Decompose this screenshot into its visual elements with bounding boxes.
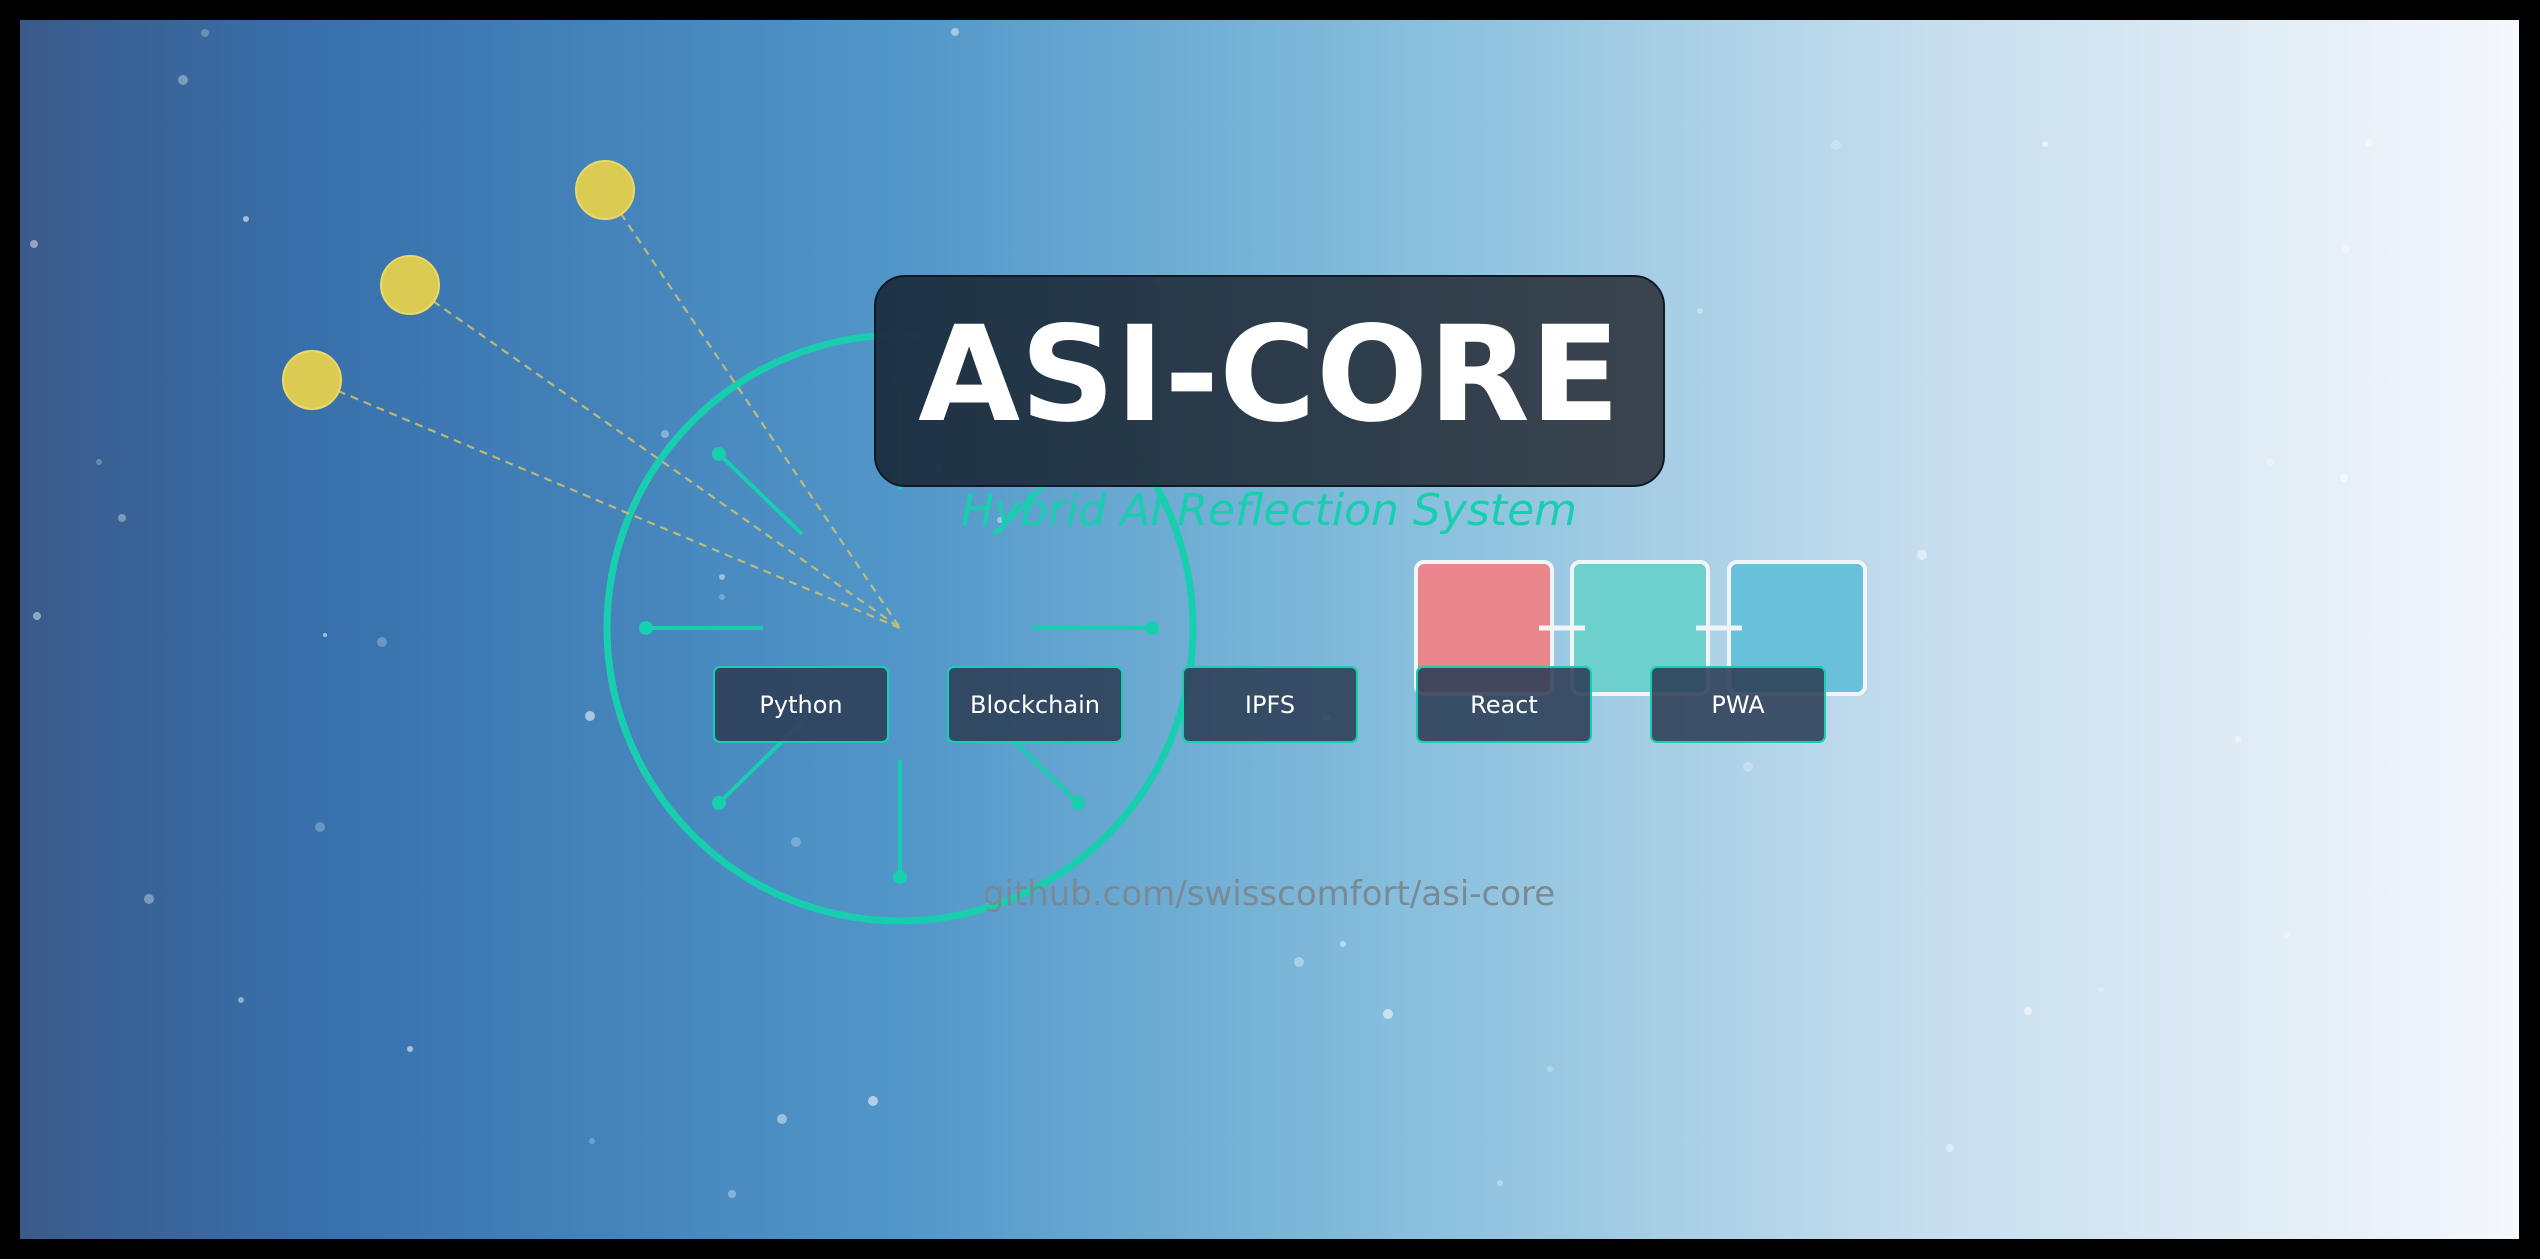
star-dot — [118, 514, 126, 522]
star-dot — [868, 1096, 878, 1106]
star-dot — [1340, 941, 1346, 947]
star-dot — [719, 574, 725, 580]
star-dot — [2235, 736, 2241, 742]
star-dot — [1946, 1144, 1954, 1152]
star-dot — [315, 822, 325, 832]
star-dot — [407, 1046, 413, 1052]
star-dot — [1294, 957, 1304, 967]
tech-tag-blockchain: Blockchain — [947, 666, 1123, 743]
satellite-node-2 — [380, 255, 440, 315]
star-dot — [2098, 987, 2104, 993]
hub-endpoint-east — [1145, 621, 1159, 635]
star-dot — [1697, 308, 1703, 314]
star-dot — [719, 594, 725, 600]
banner-graphic: ASI-CORE Hybrid AI Reflection System Pyt… — [20, 20, 2519, 1239]
star-dot — [1383, 1009, 1393, 1019]
star-dot — [585, 711, 595, 721]
subtitle: Hybrid AI Reflection System — [961, 485, 1577, 536]
tech-tag-row: Python Blockchain IPFS React PWA — [713, 666, 1826, 743]
star-dot — [777, 1114, 787, 1124]
tech-tag-ipfs: IPFS — [1182, 666, 1358, 743]
tech-tag-python: Python — [713, 666, 889, 743]
star-dot — [1547, 1066, 1553, 1072]
hub-endpoint-south — [893, 870, 907, 884]
star-dot — [201, 29, 209, 37]
tech-tag-pwa: PWA — [1650, 666, 1826, 743]
star-dot — [2024, 1007, 2032, 1015]
star-dot — [2266, 458, 2274, 466]
star-dot — [1497, 1180, 1503, 1186]
star-dot — [178, 75, 188, 85]
hub-endpoint-nw — [712, 447, 726, 461]
star-dot — [1831, 140, 1841, 150]
star-dot — [2284, 932, 2290, 938]
star-dot — [323, 633, 327, 637]
page-title: ASI-CORE — [918, 298, 1620, 452]
star-dot — [951, 28, 959, 36]
star-dot — [2365, 139, 2373, 147]
star-dot — [377, 637, 387, 647]
tech-tag-label: React — [1470, 691, 1538, 719]
star-dot — [2342, 245, 2350, 253]
star-dot — [1743, 762, 1753, 772]
star-dot — [243, 216, 249, 222]
hub-endpoint-se — [1071, 796, 1085, 810]
star-dot — [589, 1138, 595, 1144]
tech-tag-label: Blockchain — [970, 691, 1100, 719]
hub-endpoint-west — [639, 621, 653, 635]
star-dot — [2340, 474, 2348, 482]
star-dot — [661, 430, 669, 438]
tech-tag-label: Python — [759, 691, 842, 719]
repo-link[interactable]: github.com/swisscomfort/asi-core — [983, 874, 1555, 914]
background-panel — [20, 20, 2519, 1239]
tech-tag-label: PWA — [1711, 691, 1765, 719]
tech-tag-react: React — [1416, 666, 1592, 743]
star-dot — [238, 997, 244, 1003]
hub-endpoint-sw — [712, 796, 726, 810]
banner-canvas: ASI-CORE Hybrid AI Reflection System Pyt… — [0, 0, 2540, 1259]
star-dot — [33, 612, 41, 620]
star-dot — [728, 1190, 736, 1198]
star-dot — [2042, 141, 2048, 147]
star-dot — [144, 894, 154, 904]
tech-tag-label: IPFS — [1245, 691, 1295, 719]
satellite-node-3 — [282, 350, 342, 410]
star-dot — [96, 459, 102, 465]
star-dot — [30, 240, 38, 248]
star-dot — [1917, 550, 1927, 560]
star-dot — [791, 837, 801, 847]
satellite-node-1 — [575, 160, 635, 220]
